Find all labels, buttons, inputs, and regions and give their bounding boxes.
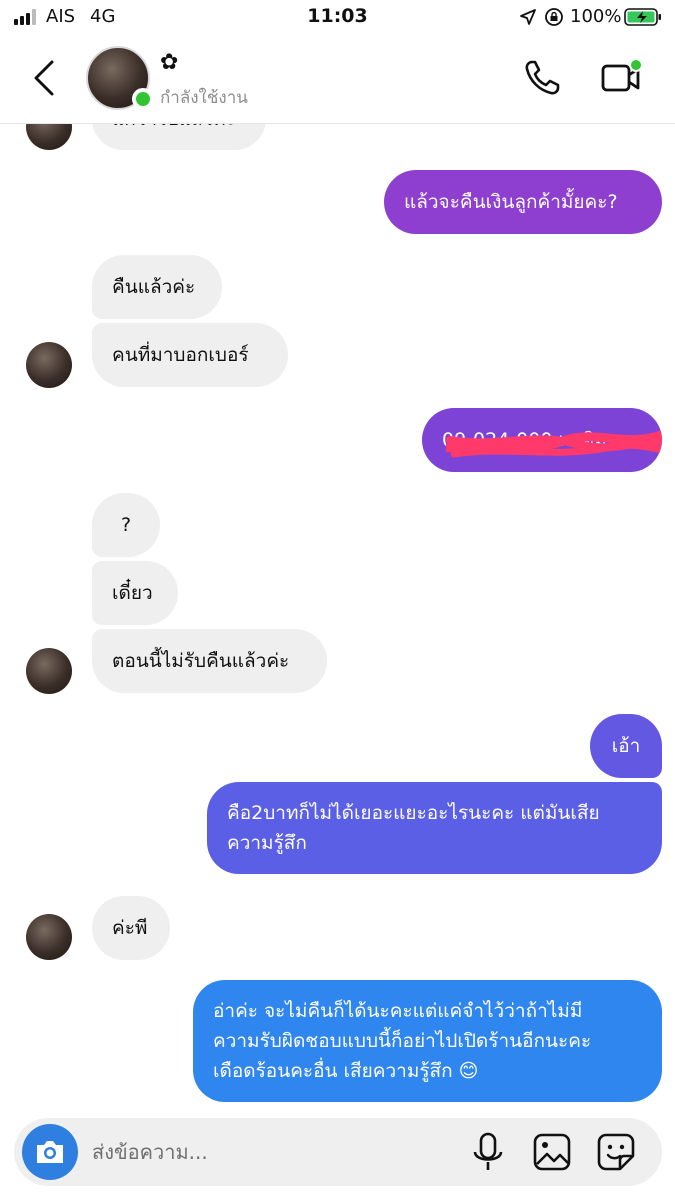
- location-arrow-icon: [520, 9, 536, 25]
- message-text-line: คือ2บาทก็ไม่ได้เยอะแยะอะไรนะคะ แต่มันเสี…: [227, 802, 600, 824]
- phone-call-icon[interactable]: [522, 58, 562, 98]
- message-incoming[interactable]: ค่ะพี: [92, 896, 170, 960]
- message-outgoing[interactable]: เอ้า: [590, 714, 662, 778]
- message-incoming[interactable]: เดี๋ยว: [92, 561, 178, 625]
- message-incoming[interactable]: ?: [92, 493, 160, 557]
- message-incoming[interactable]: คนที่มาบอกเบอร์: [92, 323, 288, 387]
- message-text: คืนแล้วค่ะ: [112, 276, 196, 298]
- camera-icon: [37, 1141, 63, 1163]
- message-text: ?: [120, 514, 132, 536]
- contact-avatar-small: [26, 914, 72, 960]
- contact-avatar[interactable]: [86, 46, 154, 110]
- message-text: ตอนนี้ไม่รับคืนแล้วค่ะ: [112, 650, 290, 672]
- redaction-scribble: [446, 429, 662, 458]
- message-outgoing[interactable]: อ่าค่ะ จะไม่คืนก็ได้นะคะแต่แค่จำไว้ว่าถ้…: [193, 980, 662, 1102]
- message-text: เอ้า: [611, 735, 641, 757]
- message-outgoing-redacted[interactable]: 09-024-000 เอเอิม: [422, 408, 662, 472]
- online-indicator: [132, 88, 154, 110]
- message-text-line: เดือดร้อนคะอื่น เสียความรู้สึก 😊: [213, 1060, 479, 1082]
- contact-avatar-small: [26, 648, 72, 694]
- microphone-icon[interactable]: [470, 1132, 506, 1172]
- message-text-line: ความรับผิดชอบแบบนี้ก็อย่าไปเปิดร้านอีกนะ…: [213, 1030, 592, 1052]
- message-outgoing[interactable]: แล้วจะคืนเงินลูกค้ามั้ยคะ?: [384, 170, 662, 234]
- message-text: เดี๋ยว: [112, 582, 153, 604]
- battery-percent: 100%: [570, 6, 622, 27]
- contact-avatar-small: [26, 342, 72, 388]
- back-chevron-icon[interactable]: [30, 58, 58, 98]
- message-text: แล้วจะคืนเงินลูกค้ามั้ยคะ?: [404, 191, 618, 213]
- message-text: ค่ะพี: [112, 917, 148, 939]
- message-input[interactable]: [92, 1136, 462, 1168]
- contact-status: กำลังใช้งาน: [160, 88, 248, 108]
- status-bar: AIS 4G 11:03 100%: [0, 0, 675, 36]
- message-text-line: ความรู้สึก: [227, 832, 307, 854]
- message-text-line: อ่าค่ะ จะไม่คืนก็ได้นะคะแต่แค่จำไว้ว่าถ้…: [213, 1000, 583, 1022]
- message-outgoing[interactable]: คือ2บาทก็ไม่ได้เยอะแยะอะไรนะคะ แต่มันเสี…: [207, 782, 662, 874]
- gallery-icon[interactable]: [532, 1132, 572, 1172]
- contact-name[interactable]: ✿: [160, 50, 178, 75]
- message-incoming[interactable]: ตอนนี้ไม่รับคืนแล้วค่ะ: [92, 629, 327, 693]
- message-incoming[interactable]: คืนแล้วค่ะ: [92, 255, 222, 319]
- video-call-icon[interactable]: [600, 56, 644, 100]
- rotation-lock-icon: [545, 8, 563, 26]
- chat-header: ✿ กำลังใช้งาน: [0, 36, 675, 124]
- message-text: คนที่มาบอกเบอร์: [112, 344, 249, 366]
- sticker-icon[interactable]: [596, 1132, 636, 1172]
- battery-charging-icon: [624, 8, 661, 26]
- camera-button[interactable]: [22, 1124, 78, 1180]
- message-composer: [14, 1118, 662, 1186]
